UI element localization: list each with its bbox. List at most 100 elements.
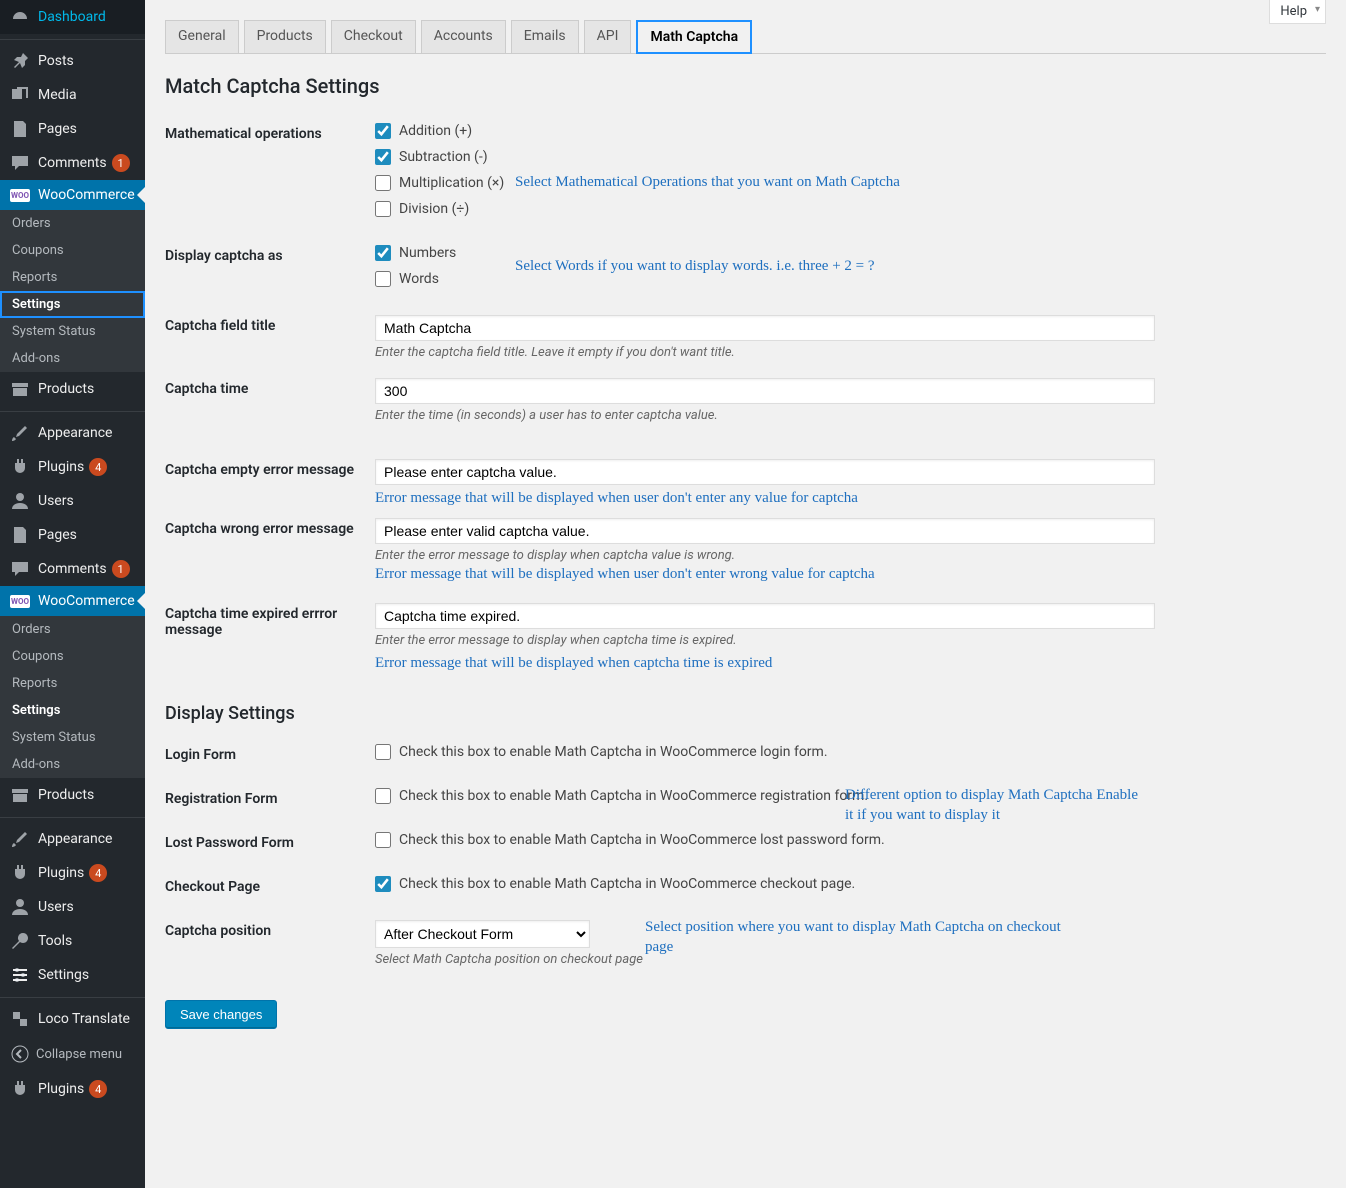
tab-general[interactable]: General (165, 20, 239, 54)
row-math-ops: Mathematical operations Addition (+) Sub… (165, 123, 1326, 227)
tab-checkout[interactable]: Checkout (331, 20, 416, 54)
tab-emails[interactable]: Emails (511, 20, 579, 54)
sidebar-item-loco[interactable]: Loco Translate (0, 1002, 145, 1036)
section-title: Match Captcha Settings (165, 74, 1326, 98)
annotation-position: Select position where you want to displa… (645, 918, 1065, 957)
tab-accounts[interactable]: Accounts (421, 20, 506, 54)
sidebar-item-users2[interactable]: Users (0, 890, 145, 924)
media-icon (10, 85, 30, 105)
input-field-title[interactable] (375, 315, 1155, 341)
annotation-words: Select Words if you want to display word… (515, 257, 875, 277)
sidebar-item-plugins3[interactable]: Plugins4 (0, 1072, 145, 1106)
sidebar-item-plugins[interactable]: Plugins4 (0, 450, 145, 484)
plug-icon (10, 1079, 30, 1099)
comment-icon (10, 153, 30, 173)
tab-api[interactable]: API (584, 20, 632, 54)
sidebar-item-users[interactable]: Users (0, 484, 145, 518)
cb-lostpw[interactable] (375, 832, 391, 848)
tab-math-captcha[interactable]: Math Captcha (636, 20, 752, 54)
cb-login[interactable] (375, 744, 391, 760)
sidebar-item-dashboard[interactable]: Dashboard (0, 0, 145, 34)
woo-icon: WOO (10, 189, 30, 202)
woo-submenu2: Orders Coupons Reports Settings System S… (0, 616, 145, 778)
sub2-settings[interactable]: Settings (0, 697, 145, 724)
input-expired-err[interactable] (375, 603, 1155, 629)
woo-icon: WOO (10, 595, 30, 608)
sidebar-item-media[interactable]: Media (0, 78, 145, 112)
label-lost-pw: Lost Password Form (165, 832, 375, 858)
lbl-lostpw: Check this box to enable Math Captcha in… (399, 832, 885, 848)
select-captcha-pos[interactable]: After Checkout Form (375, 920, 590, 948)
sub-reports[interactable]: Reports (0, 264, 145, 291)
translate-icon (10, 1009, 30, 1029)
sub-coupons[interactable]: Coupons (0, 237, 145, 264)
sub-settings[interactable]: Settings (0, 291, 145, 318)
sidebar-item-appearance2[interactable]: Appearance (0, 822, 145, 856)
sidebar-item-appearance[interactable]: Appearance (0, 416, 145, 450)
cb-register[interactable] (375, 788, 391, 804)
sidebar-item-posts[interactable]: Posts (0, 44, 145, 78)
display-settings-heading: Display Settings (165, 703, 1326, 724)
lbl-addition: Addition (+) (399, 123, 472, 139)
lbl-words: Words (399, 271, 439, 287)
lbl-numbers: Numbers (399, 245, 456, 261)
sidebar-item-plugins2[interactable]: Plugins4 (0, 856, 145, 890)
sidebar-item-woocommerce2[interactable]: WOOWooCommerce (0, 586, 145, 616)
sidebar-item-pages[interactable]: Pages (0, 112, 145, 146)
sub2-orders[interactable]: Orders (0, 616, 145, 643)
annotation-empty: Error message that will be displayed whe… (375, 489, 1326, 509)
desc-expired-err: Enter the error message to display when … (375, 633, 1326, 648)
comments-badge: 1 (112, 154, 130, 172)
save-button[interactable]: Save changes (165, 1000, 277, 1029)
input-wrong-err[interactable] (375, 518, 1155, 544)
cb-numbers[interactable] (375, 245, 391, 261)
sidebar-item-woocommerce[interactable]: WOOWooCommerce (0, 180, 145, 210)
row-reg-form: Registration Form Check this box to enab… (165, 788, 1326, 814)
sidebar-item-comments[interactable]: Comments1 (0, 146, 145, 180)
sub-orders[interactable]: Orders (0, 210, 145, 237)
cb-subtraction[interactable] (375, 149, 391, 165)
lbl-subtraction: Subtraction (-) (399, 149, 488, 165)
sub-system-status[interactable]: System Status (0, 318, 145, 345)
sub-addons[interactable]: Add-ons (0, 345, 145, 372)
sub2-reports[interactable]: Reports (0, 670, 145, 697)
input-captcha-time[interactable] (375, 378, 1155, 404)
row-checkout-page: Checkout Page Check this box to enable M… (165, 876, 1326, 902)
row-captcha-pos: Captcha position After Checkout Form Sel… (165, 920, 1326, 967)
sidebar-item-pages2[interactable]: Pages (0, 518, 145, 552)
row-empty-err: Captcha empty error message Error messag… (165, 459, 1326, 509)
lbl-register: Check this box to enable Math Captcha in… (399, 788, 868, 804)
label-empty-err: Captcha empty error message (165, 459, 375, 509)
comment-icon (10, 559, 30, 579)
cb-multiplication[interactable] (375, 175, 391, 191)
sub2-coupons[interactable]: Coupons (0, 643, 145, 670)
cb-division[interactable] (375, 201, 391, 217)
plug-icon (10, 863, 30, 883)
settings-tabs: General Products Checkout Accounts Email… (165, 20, 1326, 54)
sidebar-item-settings[interactable]: Settings (0, 958, 145, 992)
sidebar-item-products[interactable]: Products (0, 372, 145, 406)
sub2-addons[interactable]: Add-ons (0, 751, 145, 778)
label-wrong-err: Captcha wrong error message (165, 518, 375, 585)
collapse-menu[interactable]: Collapse menu (0, 1036, 145, 1072)
sidebar-item-products2[interactable]: Products (0, 778, 145, 812)
archive-icon (10, 785, 30, 805)
label-field-title: Captcha field title (165, 315, 375, 360)
annotation-wrong: Error message that will be displayed whe… (375, 565, 1326, 585)
archive-icon (10, 379, 30, 399)
plugins-badge: 4 (89, 458, 107, 476)
help-tab[interactable]: Help (1269, 0, 1326, 24)
label-reg-form: Registration Form (165, 788, 375, 814)
input-empty-err[interactable] (375, 459, 1155, 485)
row-lost-pw: Lost Password Form Check this box to ena… (165, 832, 1326, 858)
cb-addition[interactable] (375, 123, 391, 139)
tab-products[interactable]: Products (244, 20, 326, 54)
comments2-badge: 1 (112, 560, 130, 578)
cb-words[interactable] (375, 271, 391, 287)
sidebar-item-tools[interactable]: Tools (0, 924, 145, 958)
cb-checkout[interactable] (375, 876, 391, 892)
collapse-icon (10, 1044, 30, 1064)
sub2-system-status[interactable]: System Status (0, 724, 145, 751)
page-icon (10, 119, 30, 139)
sidebar-item-comments2[interactable]: Comments1 (0, 552, 145, 586)
